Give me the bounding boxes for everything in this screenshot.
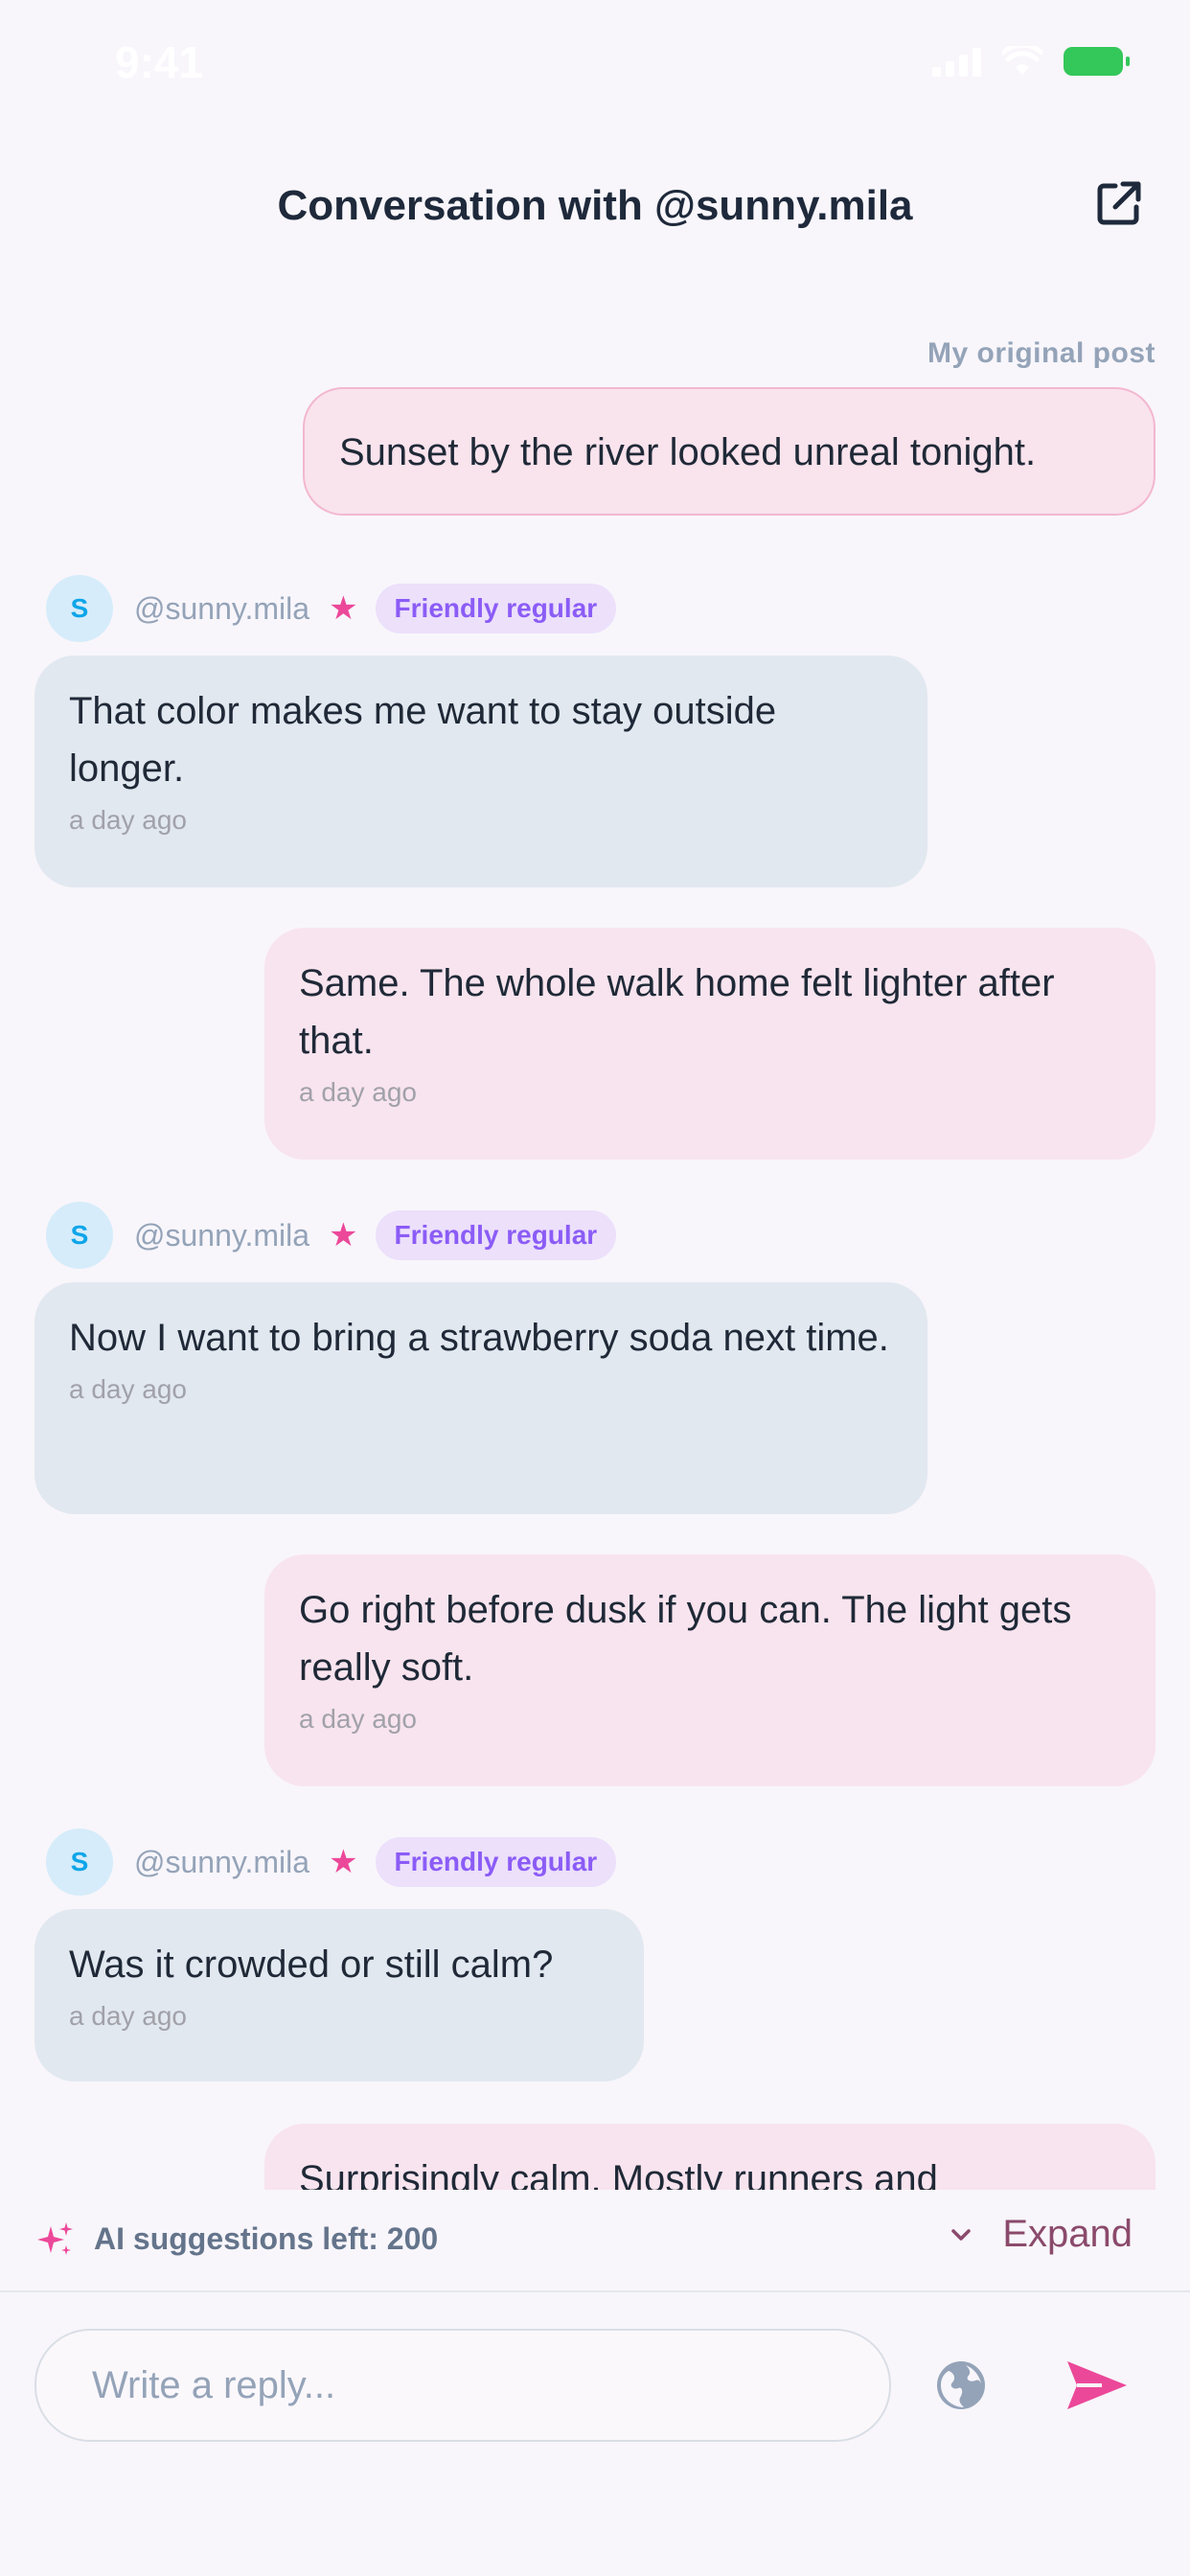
status-badge: Friendly regular [375, 1837, 617, 1887]
avatar[interactable]: S [46, 1828, 113, 1896]
message-text: Was it crowded or still calm? [69, 1944, 554, 1986]
original-post-text: Sunset by the river looked unreal tonigh… [339, 431, 1037, 473]
avatar[interactable]: S [46, 575, 113, 642]
message-text: Now I want to bring a strawberry soda ne… [69, 1317, 889, 1359]
original-post-label: My original post [927, 337, 1156, 369]
message-timestamp: a day ago [299, 1077, 417, 1107]
header: Conversation with @sunny.mila [0, 163, 1190, 249]
message-text: Go right before dusk if you can. The lig… [299, 1589, 1072, 1689]
page-title: Conversation with @sunny.mila [277, 182, 913, 229]
reply-input[interactable] [34, 2329, 891, 2442]
message-text: Same. The whole walk home felt lighter a… [299, 962, 1055, 1062]
globe-icon[interactable] [935, 2359, 987, 2411]
sender-row: S @sunny.mila ★ Friendly regular [46, 575, 617, 642]
status-bar: 9:41 [0, 0, 1190, 134]
chevron-down-icon [951, 2228, 972, 2241]
message-bubble-sent[interactable]: Same. The whole walk home felt lighter a… [264, 928, 1156, 1160]
message-timestamp: a day ago [69, 1374, 187, 1404]
ai-suggestions-count: AI suggestions left: 200 [94, 2221, 439, 2256]
expand-button[interactable]: Expand [947, 2213, 1133, 2256]
status-time: 9:41 [115, 37, 204, 87]
star-icon: ★ [329, 590, 358, 627]
avatar[interactable]: S [46, 1202, 113, 1269]
sender-row: S @sunny.mila ★ Friendly regular [46, 1202, 617, 1269]
sender-handle[interactable]: @sunny.mila [134, 1218, 309, 1254]
message-bubble-sent[interactable]: Go right before dusk if you can. The lig… [264, 1554, 1156, 1786]
star-icon: ★ [329, 1844, 358, 1880]
expand-label: Expand [1002, 2213, 1133, 2255]
message-timestamp: a day ago [69, 805, 187, 835]
original-post-bubble: Sunset by the river looked unreal tonigh… [303, 387, 1156, 516]
sender-row: S @sunny.mila ★ Friendly regular [46, 1828, 617, 1896]
signal-icon [932, 46, 981, 77]
ai-suggestions-bar: AI suggestions left: 200 Expand [0, 2190, 1190, 2292]
message-thread[interactable]: My original post Sunset by the river loo… [0, 326, 1190, 2190]
message-timestamp: a day ago [299, 1704, 417, 1734]
sender-handle[interactable]: @sunny.mila [134, 591, 309, 627]
star-icon: ★ [329, 1217, 358, 1254]
message-bubble-received[interactable]: Was it crowded or still calm? a day ago [34, 1909, 644, 2082]
battery-icon [1064, 47, 1130, 76]
status-badge: Friendly regular [375, 1210, 617, 1260]
message-bubble-sent[interactable]: Surprisingly calm. Mostly runners and [264, 2124, 1156, 2190]
wifi-icon [1002, 46, 1042, 75]
message-timestamp: a day ago [69, 2001, 187, 2031]
send-icon[interactable] [1065, 2358, 1129, 2413]
message-bubble-received[interactable]: That color makes me want to stay outside… [34, 656, 927, 887]
composer [0, 2292, 1190, 2576]
message-text: That color makes me want to stay outside… [69, 690, 777, 790]
sparkle-icon [37, 2222, 73, 2255]
message-text: Surprisingly calm. Mostly runners and [299, 2158, 938, 2190]
message-bubble-received[interactable]: Now I want to bring a strawberry soda ne… [34, 1282, 927, 1514]
status-icons [932, 46, 1130, 77]
status-badge: Friendly regular [375, 584, 617, 633]
open-external-icon[interactable] [1092, 176, 1146, 230]
sender-handle[interactable]: @sunny.mila [134, 1845, 309, 1880]
